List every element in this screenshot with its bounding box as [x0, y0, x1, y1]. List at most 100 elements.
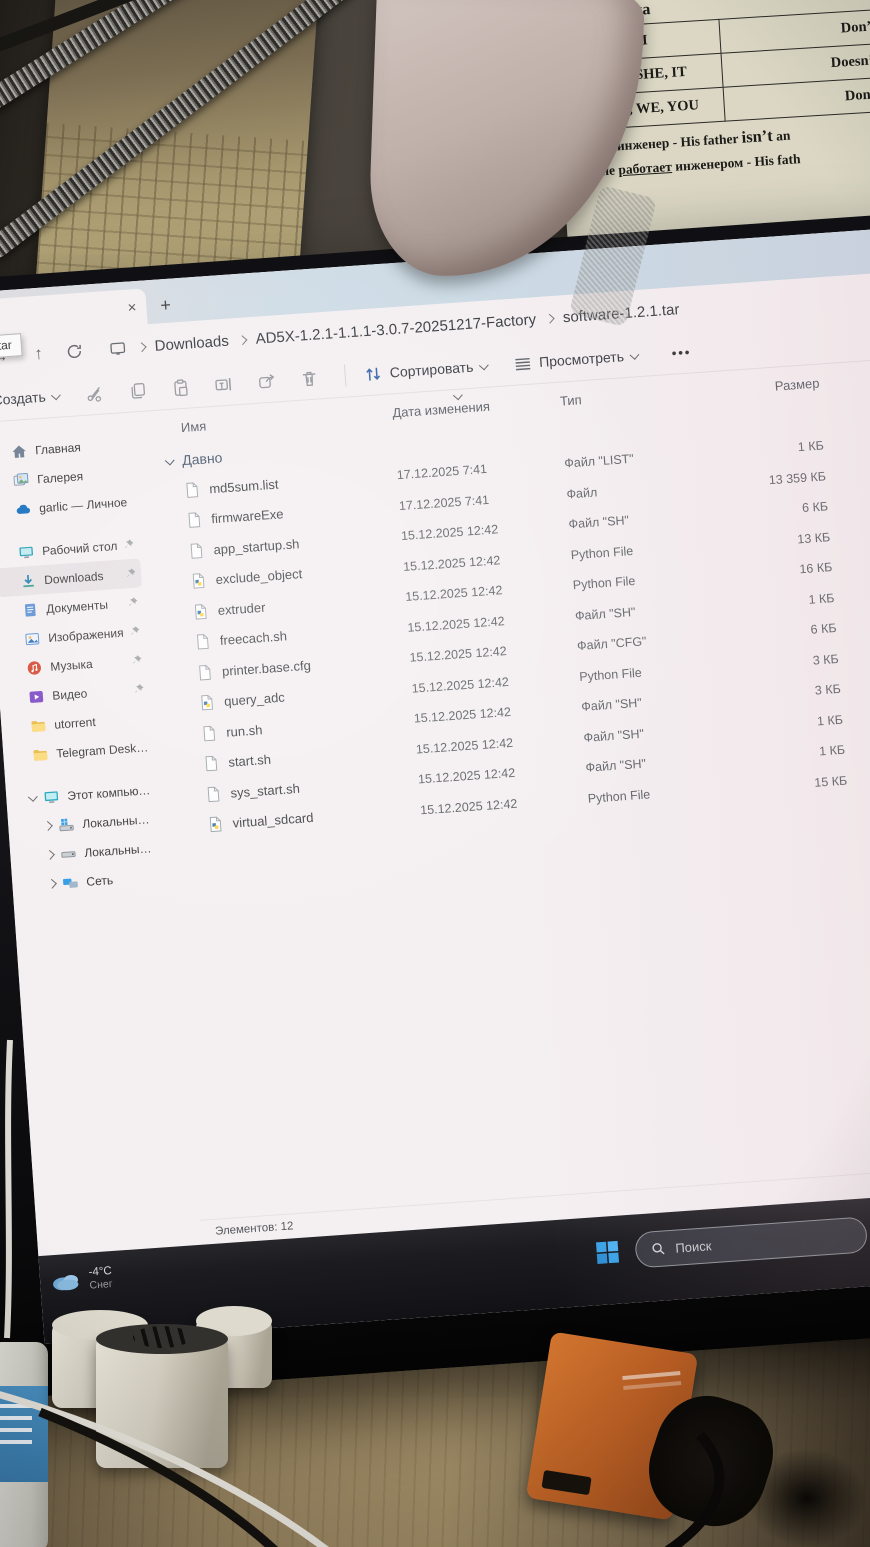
chevron-right-icon	[47, 879, 57, 889]
sidebar-item-label: Видео	[52, 683, 129, 702]
file-type: Файл "SH"	[583, 720, 736, 745]
close-icon[interactable]: ×	[127, 299, 137, 317]
new-button[interactable]: Создать	[0, 388, 60, 409]
indent-spacer	[17, 726, 30, 727]
pin-icon	[126, 596, 140, 610]
weather-cloud-icon	[49, 1269, 82, 1293]
pin-icon	[124, 567, 138, 581]
file-area: Имя Дата изменения Тип Размер Давно md5s…	[136, 359, 870, 1246]
white-roll-open	[96, 1336, 228, 1468]
doc-icon	[183, 481, 201, 499]
sort-button[interactable]: Сортировать	[363, 356, 488, 384]
sidebar-item-label: Музыка	[50, 654, 127, 673]
doc-icon	[185, 511, 203, 529]
file-date: 15.12.2025 12:42	[403, 548, 572, 574]
chevron-down-icon	[479, 360, 489, 370]
bottle-label	[0, 1386, 48, 1482]
indent-spacer	[15, 697, 28, 698]
column-size[interactable]: Размер	[711, 375, 820, 397]
indent-spacer	[0, 481, 13, 482]
file-type: Файл	[566, 477, 719, 502]
doc-icon	[204, 785, 222, 803]
gallery-icon	[13, 471, 30, 488]
chevron-down-icon	[165, 455, 175, 465]
indent-spacer	[5, 552, 18, 553]
weather-widget[interactable]: -4°C Снег	[49, 1265, 113, 1294]
refresh-icon[interactable]	[64, 342, 83, 361]
search-icon	[650, 1240, 667, 1257]
paste-icon[interactable]	[171, 377, 191, 397]
rename-icon[interactable]	[214, 374, 234, 394]
scissors-icon[interactable]	[85, 383, 105, 403]
pc-icon	[43, 788, 60, 805]
sidebar-item-label: Галерея	[37, 465, 131, 485]
group-label: Давно	[182, 449, 223, 468]
sidebar-item-label: Документы	[46, 596, 123, 615]
taskbar-search[interactable]: Поиск	[634, 1216, 868, 1268]
breadcrumb-downloads[interactable]: Downloads	[154, 332, 229, 354]
doc-icon	[195, 663, 213, 681]
breadcrumb-folder[interactable]: AD5X-1.2.1-1.1.1-3.0.7-20251217-Factory	[255, 311, 537, 348]
file-date: 15.12.2025 12:42	[420, 791, 589, 817]
sidebar-item-label: Telegram Desktop	[56, 740, 150, 760]
file-size: 6 КБ	[728, 621, 837, 642]
doc-icon	[200, 724, 218, 742]
network-icon	[62, 874, 79, 891]
file-type: Файл "CFG"	[577, 629, 730, 654]
file-type: Python File	[572, 568, 725, 593]
indent-spacer	[2, 509, 15, 510]
column-date[interactable]: Дата изменения	[392, 393, 561, 420]
column-type[interactable]: Тип	[559, 383, 712, 409]
sidebar-item-label: Изображения	[48, 625, 125, 644]
chevron-down-icon	[629, 349, 639, 359]
cloud-icon	[15, 500, 32, 517]
pin-icon	[132, 682, 146, 696]
trash-icon[interactable]	[299, 368, 319, 388]
file-date: 15.12.2025 12:42	[405, 579, 574, 605]
chevron-right-icon	[43, 821, 53, 831]
file-date: 15.12.2025 12:42	[413, 700, 582, 726]
copy-icon[interactable]	[128, 380, 148, 400]
disk-icon	[60, 845, 77, 862]
downloads-icon	[20, 572, 37, 589]
file-size: 13 КБ	[722, 530, 831, 551]
file-type: Файл "SH"	[585, 750, 738, 775]
search-placeholder: Поиск	[675, 1238, 712, 1255]
file-explorer-window: are-1.2.1.tar × + 2.1.tar → ↑ Downloads	[0, 228, 870, 1256]
sidebar-item-label: Локальный диск	[84, 840, 157, 859]
sidebar-item-label: Downloads	[44, 567, 121, 586]
chevron-right-icon	[237, 335, 247, 345]
py-icon	[198, 694, 216, 712]
up-icon[interactable]: ↑	[34, 344, 44, 365]
view-button[interactable]: Просмотреть	[513, 346, 639, 374]
sidebar-item-label: utorrent	[54, 711, 148, 731]
new-tab-button[interactable]: +	[160, 295, 172, 317]
file-list: md5sum.list17.12.2025 7:41Файл "LIST"1 К…	[148, 424, 870, 1219]
file-size: 6 КБ	[720, 500, 829, 521]
divider	[344, 365, 347, 387]
more-button[interactable]: •••	[671, 344, 692, 360]
items-count: Элементов: 12	[215, 1220, 294, 1237]
pin-icon	[128, 624, 142, 638]
chevron-right-icon	[544, 313, 554, 323]
sort-icon	[363, 364, 383, 384]
photo-scene: цат. Форма IDon’t HE, SHE, ITDoesn’t HEY…	[0, 0, 870, 1547]
sort-ascending-icon	[453, 390, 463, 400]
file-size: 16 КБ	[724, 560, 833, 581]
desktop-icon	[18, 543, 35, 560]
monitor-icon[interactable]	[108, 339, 126, 357]
windows-logo-icon[interactable]	[595, 1240, 621, 1266]
sidebar-item-label: Рабочий стол	[42, 538, 119, 557]
monitor: are-1.2.1.tar × + 2.1.tar → ↑ Downloads	[0, 213, 870, 1399]
indent-spacer	[0, 452, 11, 453]
file-size: 13 359 КБ	[718, 469, 827, 490]
sidebar-item-label: Главная	[35, 436, 129, 456]
indent-spacer	[19, 755, 32, 756]
file-date: 15.12.2025 12:42	[411, 670, 580, 696]
video-icon	[28, 688, 45, 705]
sidebar-item-label: Сеть	[86, 869, 159, 888]
file-name: virtual_sdcard	[232, 803, 421, 831]
share-icon[interactable]	[256, 371, 276, 391]
chevron-right-icon	[136, 342, 146, 352]
indent-spacer	[9, 610, 22, 611]
